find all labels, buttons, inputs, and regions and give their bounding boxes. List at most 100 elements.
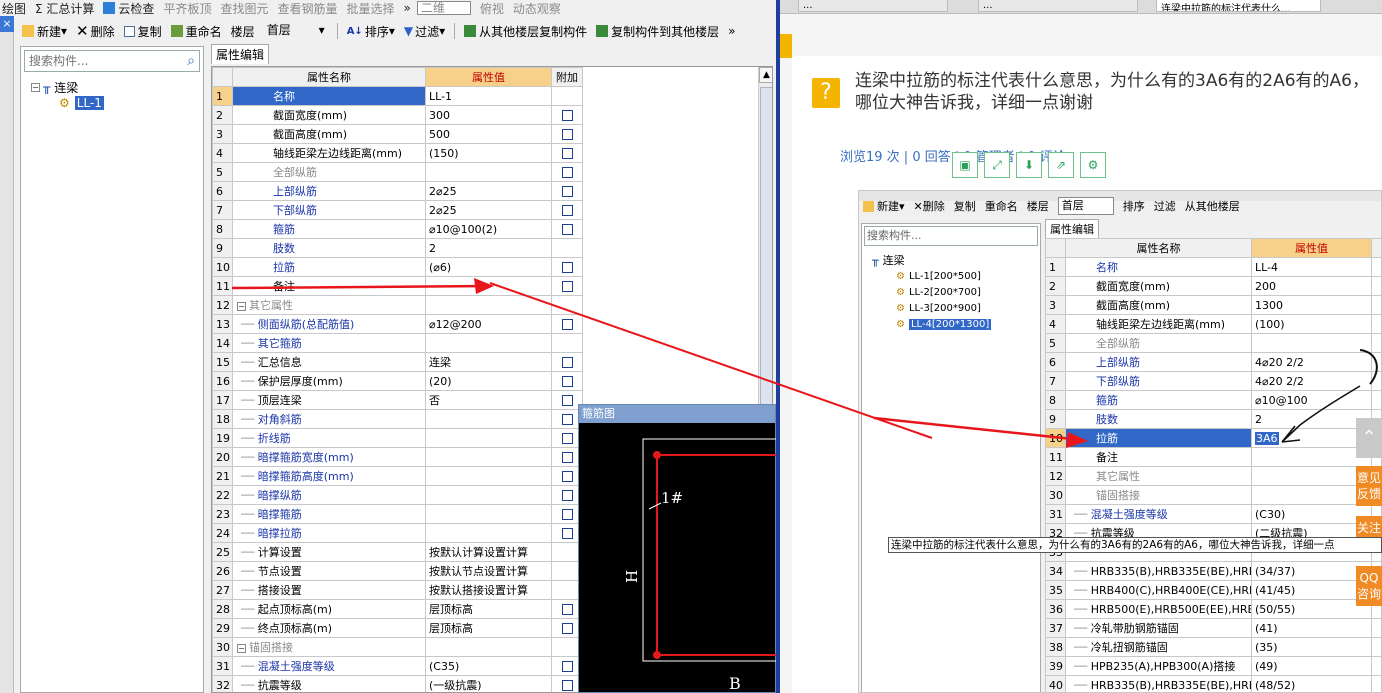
2d-view-select[interactable]: 二维 <box>416 1 471 15</box>
property-value-cell[interactable] <box>425 333 552 353</box>
property-name-cell[interactable]: ── 其它箍筋 <box>232 333 426 353</box>
table-row[interactable]: 17 ── 顶层连梁否 <box>212 390 583 410</box>
table-row[interactable]: 9 肢数 2 <box>212 238 583 258</box>
align-slab-top-button[interactable]: 平齐板顶 <box>163 0 211 16</box>
property-value-cell[interactable]: 按默认搭接设置计算 <box>425 580 552 600</box>
table-row[interactable]: 29 ── 终点顶标高(m) 层顶标高 <box>212 618 583 638</box>
save-icon[interactable]: ▣ <box>952 152 978 178</box>
floor-select[interactable]: 首层 ▾ <box>264 22 328 40</box>
extra-checkbox[interactable] <box>561 509 573 520</box>
view-rebar-button[interactable]: 查看钢筋量 <box>277 0 337 16</box>
table-row[interactable]: 6 上部纵筋 2⌀25 <box>212 181 583 201</box>
property-name-cell[interactable]: ── 节点设置 <box>232 561 426 581</box>
property-value-cell[interactable]: 按默认节点设置计算 <box>425 561 552 581</box>
property-name-cell[interactable]: ── 暗撑纵筋 <box>232 485 426 505</box>
dynamic-view-button[interactable]: 动态观察 <box>513 0 561 16</box>
cloud-check-button[interactable]: 云检查 <box>103 0 154 16</box>
extra-cell[interactable] <box>551 181 583 201</box>
table-row[interactable]: 32 ── 抗震等级 (一级抗震) <box>212 675 583 692</box>
property-name-cell[interactable]: 肢数 <box>232 238 426 258</box>
table-row[interactable]: 23 ── 暗撑箍筋 <box>212 504 583 524</box>
new-button[interactable]: 新建 ▾ <box>22 23 67 40</box>
property-value-cell[interactable]: ⌀10@100(2) <box>425 219 552 239</box>
expand-icon[interactable]: ⤢ <box>984 152 1010 178</box>
property-name-cell[interactable]: 箍筋 <box>232 219 426 239</box>
property-value-cell[interactable]: 层顶标高 <box>425 599 552 619</box>
property-name-cell[interactable]: ── 暗撑拉筋 <box>232 523 426 543</box>
property-value-cell[interactable]: 连梁 <box>425 352 552 372</box>
property-name-cell[interactable]: 备注 <box>232 276 426 296</box>
copy-button[interactable]: 复制 <box>123 23 162 40</box>
tree-node-coupling-beam[interactable]: − ╥ 连梁 <box>31 79 203 95</box>
property-name-cell[interactable]: 截面高度(mm) <box>232 124 426 144</box>
table-row[interactable]: 19 ── 折线筋 <box>212 428 583 448</box>
table-row[interactable]: 2 截面宽度(mm) 300 <box>212 105 583 125</box>
property-name-cell[interactable]: ── 计算设置 <box>232 542 426 562</box>
delete-button[interactable]: ✕ 删除 <box>76 22 115 40</box>
share-icon[interactable]: ⇗ <box>1048 152 1074 178</box>
component-search[interactable]: ⌕ <box>24 50 200 72</box>
table-row[interactable]: 22 ── 暗撑纵筋 <box>212 485 583 505</box>
extra-cell[interactable] <box>551 333 583 353</box>
table-row[interactable]: 28 ── 起点顶标高(m) 层顶标高 <box>212 599 583 619</box>
property-value-cell[interactable]: (C35) <box>425 656 552 676</box>
extra-checkbox[interactable] <box>561 604 573 615</box>
extra-checkbox[interactable] <box>561 262 573 273</box>
property-name-cell[interactable]: ── 混凝土强度等级 <box>232 656 426 676</box>
extra-cell[interactable] <box>551 238 583 258</box>
property-name-cell[interactable]: 截面宽度(mm) <box>232 105 426 125</box>
close-icon[interactable]: × <box>0 16 14 32</box>
property-value-cell[interactable]: 300 <box>425 105 552 125</box>
property-value-cell[interactable]: 500 <box>425 124 552 144</box>
property-value-cell[interactable] <box>425 409 552 429</box>
property-value-cell[interactable] <box>425 485 552 505</box>
table-row[interactable]: 16 ── 保护层厚度(mm) (20) <box>212 371 583 391</box>
extra-checkbox[interactable] <box>561 319 573 330</box>
find-element-button[interactable]: 查找图元 <box>220 0 268 16</box>
property-name-cell[interactable]: ── 顶层连梁 <box>232 390 426 410</box>
rename-button[interactable]: 重命名 <box>170 23 222 40</box>
property-value-cell[interactable]: (一级抗震) <box>425 675 552 692</box>
table-row[interactable]: 10 拉筋 (⌀6) <box>212 257 583 277</box>
extra-checkbox[interactable] <box>561 433 573 444</box>
property-name-cell[interactable]: 拉筋 <box>232 257 426 277</box>
property-value-cell[interactable]: ⌀12@200 <box>425 314 552 334</box>
table-row[interactable]: 26 ── 节点设置 按默认节点设置计算 <box>212 561 583 581</box>
extra-checkbox[interactable] <box>561 148 573 159</box>
table-row[interactable]: 11 备注 <box>212 276 583 296</box>
browser-tab-2[interactable]: ... <box>978 0 1138 12</box>
extra-cell[interactable] <box>551 295 583 315</box>
extra-cell[interactable] <box>551 371 583 391</box>
property-name-cell[interactable]: ── 暗撑箍筋宽度(mm) <box>232 447 426 467</box>
extra-checkbox[interactable] <box>561 528 573 539</box>
property-value-cell[interactable]: 否 <box>425 390 552 410</box>
property-value-cell[interactable] <box>425 295 552 315</box>
property-name-cell[interactable]: ── 起点顶标高(m) <box>232 599 426 619</box>
extra-checkbox[interactable] <box>561 110 573 121</box>
extra-cell[interactable] <box>551 124 583 144</box>
extra-cell[interactable] <box>551 219 583 239</box>
property-value-cell[interactable]: 2 <box>425 238 552 258</box>
collapse-icon[interactable]: − <box>237 644 246 653</box>
settings-icon[interactable]: ⚙ <box>1080 152 1106 178</box>
table-row[interactable]: 30− 锚固搭接 <box>212 637 583 657</box>
table-row[interactable]: 4 轴线距梁左边线距离(mm) (150) <box>212 143 583 163</box>
property-name-cell[interactable]: ── 搭接设置 <box>232 580 426 600</box>
search-input[interactable] <box>29 54 169 68</box>
property-value-cell[interactable]: 2⌀25 <box>425 200 552 220</box>
property-name-cell[interactable]: − 锚固搭接 <box>232 637 426 657</box>
extra-cell[interactable] <box>551 314 583 334</box>
table-row[interactable]: 1 名称 LL-1 <box>212 86 583 106</box>
extra-checkbox[interactable] <box>561 376 573 387</box>
extra-checkbox[interactable] <box>561 623 573 634</box>
top-view-button[interactable]: 俯视 <box>480 0 504 16</box>
extra-cell[interactable] <box>551 352 583 372</box>
extra-cell[interactable] <box>551 276 583 296</box>
property-name-cell[interactable]: ── 对角斜筋 <box>232 409 426 429</box>
property-name-cell[interactable]: ── 折线筋 <box>232 428 426 448</box>
extra-checkbox[interactable] <box>561 357 573 368</box>
table-row[interactable]: 18 ── 对角斜筋 <box>212 409 583 429</box>
filter-button[interactable]: ▼ 过滤 ▾ <box>404 23 445 40</box>
property-name-cell[interactable]: 名称 <box>232 86 426 106</box>
browser-tab-active[interactable]: 连梁中拉筋的标注代表什么... <box>1156 0 1321 12</box>
